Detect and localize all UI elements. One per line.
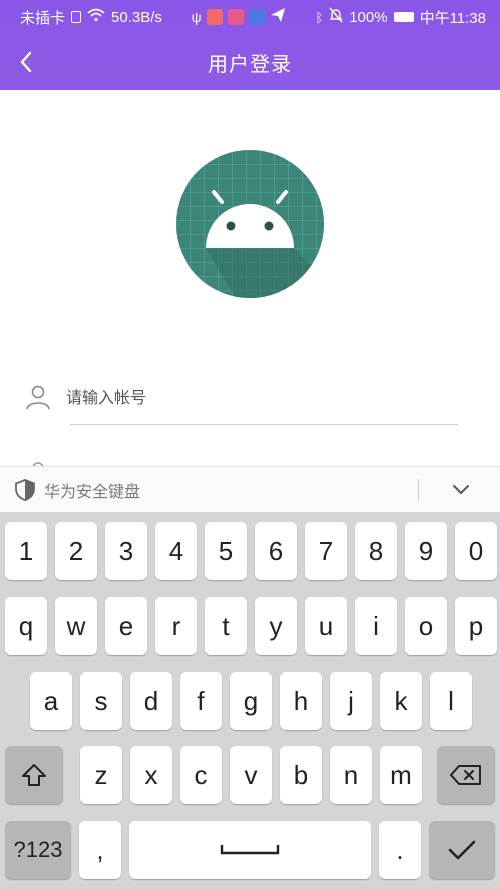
net-speed-text: 50.3B/s xyxy=(111,8,162,26)
enter-key[interactable] xyxy=(429,821,495,879)
key-b[interactable]: b xyxy=(280,746,322,804)
key-v[interactable]: v xyxy=(230,746,272,804)
key-3[interactable]: 3 xyxy=(105,522,147,580)
user-icon xyxy=(20,379,56,415)
back-button[interactable] xyxy=(10,46,42,78)
sim-icon xyxy=(71,11,82,23)
checkmark-icon xyxy=(448,840,476,860)
usb-icon: ψ xyxy=(191,9,202,25)
battery-icon xyxy=(393,12,414,22)
key-o[interactable]: o xyxy=(405,597,447,655)
toolbar-divider xyxy=(418,479,419,501)
key-j[interactable]: j xyxy=(330,672,372,730)
key-r[interactable]: r xyxy=(155,597,197,655)
wifi-icon xyxy=(87,8,105,26)
send-icon xyxy=(270,7,286,27)
carrier-text: 未插卡 xyxy=(20,9,66,27)
chevron-down-icon xyxy=(453,485,469,495)
mail-app-icon xyxy=(227,9,244,25)
account-input[interactable] xyxy=(66,387,446,407)
key-u[interactable]: u xyxy=(305,597,347,655)
key-l[interactable]: l xyxy=(430,672,472,730)
key-e[interactable]: e xyxy=(105,597,147,655)
page-title: 用户登录 xyxy=(208,51,292,76)
key-z[interactable]: z xyxy=(80,746,122,804)
symbols-mode-key[interactable]: ?123 xyxy=(5,821,71,879)
space-icon xyxy=(220,845,280,855)
key-2[interactable]: 2 xyxy=(55,522,97,580)
android-robot-icon xyxy=(176,150,324,298)
key-1[interactable]: 1 xyxy=(5,522,47,580)
key-h[interactable]: h xyxy=(280,672,322,730)
nav-bar: 用户登录 xyxy=(0,34,500,90)
key-q[interactable]: q xyxy=(5,597,47,655)
key-t[interactable]: t xyxy=(205,597,247,655)
key-m[interactable]: m xyxy=(380,746,422,804)
key-8[interactable]: 8 xyxy=(355,522,397,580)
key-4[interactable]: 4 xyxy=(155,522,197,580)
key-5[interactable]: 5 xyxy=(205,522,247,580)
key-i[interactable]: i xyxy=(355,597,397,655)
mute-bell-icon xyxy=(329,7,343,27)
news-app-icon xyxy=(248,9,265,25)
period-key[interactable]: . xyxy=(379,821,421,879)
shift-icon xyxy=(22,764,46,786)
shield-icon xyxy=(15,478,35,501)
battery-text: 100% xyxy=(349,8,388,26)
key-p[interactable]: p xyxy=(455,597,497,655)
account-field xyxy=(20,372,460,422)
secure-keyboard-label: 华为安全键盘 xyxy=(44,481,141,501)
key-c[interactable]: c xyxy=(180,746,222,804)
backspace-key[interactable] xyxy=(437,746,495,804)
video-app-icon xyxy=(206,9,223,25)
key-y[interactable]: y xyxy=(255,597,297,655)
key-x[interactable]: x xyxy=(130,746,172,804)
key-a[interactable]: a xyxy=(30,672,72,730)
app-logo xyxy=(176,150,324,298)
key-9[interactable]: 9 xyxy=(405,522,447,580)
key-0[interactable]: 0 xyxy=(455,522,497,580)
account-underline xyxy=(70,424,458,425)
comma-key[interactable]: , xyxy=(79,821,121,879)
collapse-keyboard-button[interactable] xyxy=(446,476,476,504)
key-w[interactable]: w xyxy=(55,597,97,655)
key-6[interactable]: 6 xyxy=(255,522,297,580)
bluetooth-icon: ᛒ xyxy=(315,9,324,25)
shift-key[interactable] xyxy=(5,746,63,804)
key-s[interactable]: s xyxy=(80,672,122,730)
space-key[interactable] xyxy=(129,821,371,879)
key-7[interactable]: 7 xyxy=(305,522,347,580)
time-text: 中午11:38 xyxy=(419,9,486,27)
keyboard: 1234567890 qwertyuiop asdfghjkl zxcvbnm … xyxy=(0,512,500,889)
status-bar: 未插卡 50.3B/s ψ ᛒ 100% 中午11:38 xyxy=(0,0,500,34)
chevron-left-icon xyxy=(20,51,32,73)
key-k[interactable]: k xyxy=(380,672,422,730)
app-header: 未插卡 50.3B/s ψ ᛒ 100% 中午11:38 用户登录 xyxy=(0,0,500,90)
key-n[interactable]: n xyxy=(330,746,372,804)
key-f[interactable]: f xyxy=(180,672,222,730)
key-g[interactable]: g xyxy=(230,672,272,730)
backspace-icon xyxy=(450,765,481,785)
key-d[interactable]: d xyxy=(130,672,172,730)
keyboard-toolbar: 华为安全键盘 xyxy=(0,466,500,512)
